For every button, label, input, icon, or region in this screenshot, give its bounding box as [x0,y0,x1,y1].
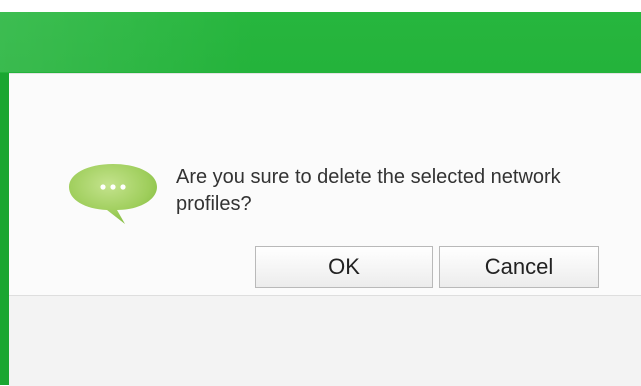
ok-button[interactable]: OK [255,246,433,288]
chat-bubble-icon [69,164,157,224]
cancel-button[interactable]: Cancel [439,246,599,288]
confirm-dialog: Are you sure to delete the selected netw… [9,73,641,386]
confirm-delete-window: Are you sure to delete the selected netw… [0,0,641,386]
dialog-footer [9,296,641,386]
window-left-border [0,73,9,385]
confirm-message: Are you sure to delete the selected netw… [176,166,561,215]
